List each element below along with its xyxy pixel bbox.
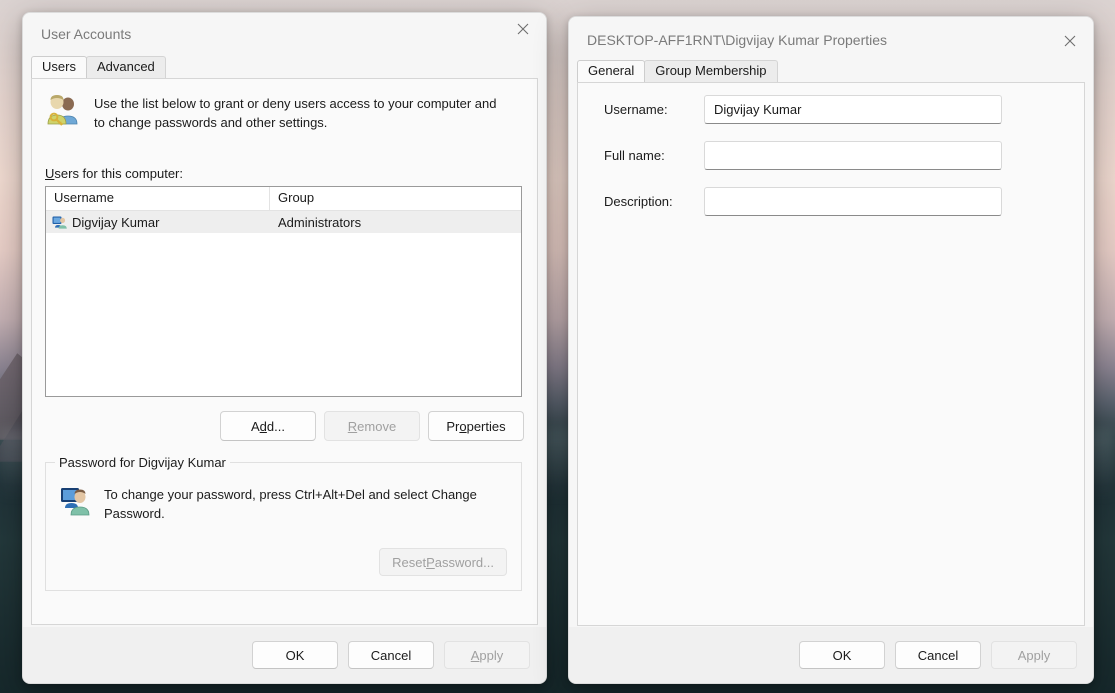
username-label: Username:: [604, 102, 668, 117]
full-name-field[interactable]: [704, 141, 1002, 170]
form-row-description: Description:: [578, 187, 1084, 216]
close-icon[interactable]: [500, 13, 546, 45]
window-title: DESKTOP-AFF1RNT\Digvijay Kumar Propertie…: [587, 32, 888, 48]
reset-password-pre: Reset: [392, 554, 427, 570]
ok-button-label: OK: [832, 647, 852, 663]
cancel-button[interactable]: Cancel: [895, 641, 981, 669]
full-name-label: Full name:: [604, 148, 665, 163]
users-list-label-rest: sers for this computer:: [54, 166, 183, 181]
tab-general[interactable]: General: [577, 60, 646, 82]
remove-button-post: emove: [357, 418, 397, 434]
tabstrip: Users Advanced: [23, 56, 546, 78]
user-accounts-dialog: User Accounts Users Advanced Use the lis…: [22, 12, 547, 684]
cell-group: Administrators: [278, 214, 362, 230]
add-button-post: d...: [266, 418, 285, 434]
window-title: User Accounts: [41, 26, 132, 42]
users-listview[interactable]: Username Group Digvijay Kumar Administra…: [45, 186, 522, 397]
tabstrip: General Group Membership: [569, 60, 1093, 82]
intro-text: Use the list below to grant or deny user…: [94, 96, 497, 130]
reset-password-button-wrap: Reset Password...: [379, 548, 507, 576]
user-properties-dialog: DESKTOP-AFF1RNT\Digvijay Kumar Propertie…: [568, 16, 1094, 684]
tab-group-membership[interactable]: Group Membership: [644, 60, 778, 82]
listview-header: Username Group: [46, 187, 521, 211]
general-tab-panel: Username: Digvijay Kumar Full name: Desc…: [577, 82, 1085, 626]
table-row[interactable]: Digvijay Kumar Administrators: [46, 211, 521, 233]
cancel-button-label: Cancel: [370, 647, 412, 663]
tab-advanced[interactable]: Advanced: [85, 56, 166, 78]
add-button[interactable]: Ad d...: [220, 411, 316, 441]
password-groupbox-title: Password for Digvijay Kumar: [55, 455, 230, 470]
cell-username-text: Digvijay Kumar: [72, 214, 160, 230]
general-form: Username: Digvijay Kumar Full name: Desc…: [578, 95, 1084, 233]
intro-block: Use the list below to grant or deny user…: [45, 93, 505, 132]
remove-button[interactable]: Remove: [324, 411, 420, 441]
apply-button-accesskey: A: [470, 647, 480, 663]
apply-button[interactable]: Apply: [444, 641, 530, 669]
user-monitor-icon: [61, 488, 90, 516]
titlebar: User Accounts: [23, 13, 546, 57]
username-field-value: Digvijay Kumar: [714, 102, 802, 117]
apply-button-post: pply: [479, 647, 504, 663]
remove-button-accesskey: R: [347, 418, 358, 434]
description-label: Description:: [604, 194, 673, 209]
listview-action-buttons: Ad d... Remove Pr o perties: [220, 411, 524, 441]
reset-password-post: assword...: [434, 554, 494, 570]
column-header-username[interactable]: Username: [46, 187, 270, 210]
form-row-full-name: Full name:: [578, 141, 1084, 170]
add-button-pre: A: [251, 418, 260, 434]
titlebar: DESKTOP-AFF1RNT\Digvijay Kumar Propertie…: [569, 17, 1093, 61]
reset-password-button[interactable]: Reset Password...: [379, 548, 507, 576]
cancel-button[interactable]: Cancel: [348, 641, 434, 669]
apply-button[interactable]: Apply: [991, 641, 1077, 669]
add-button-accesskey: d: [259, 418, 267, 434]
description-field[interactable]: [704, 187, 1002, 216]
apply-button-label: Apply: [1017, 647, 1051, 663]
password-groupbox: Password for Digvijay Kumar To change yo…: [45, 455, 522, 591]
ok-button[interactable]: OK: [799, 641, 885, 669]
password-instruction-text: To change your password, press Ctrl+Alt+…: [104, 487, 477, 521]
tab-users[interactable]: Users: [31, 56, 87, 78]
reset-password-accesskey: P: [426, 554, 435, 570]
cell-username: Digvijay Kumar: [46, 215, 270, 230]
close-icon[interactable]: [1047, 25, 1093, 57]
properties-button-accesskey: o: [459, 418, 467, 434]
username-field[interactable]: Digvijay Kumar: [704, 95, 1002, 124]
password-groupbox-body: To change your password, press Ctrl+Alt+…: [60, 485, 500, 523]
dialog-footer: OK Cancel Apply: [23, 627, 546, 683]
ok-button-label: OK: [285, 647, 305, 663]
users-list-label-accesskey: U: [45, 166, 55, 181]
cancel-button-label: Cancel: [917, 647, 959, 663]
column-header-group[interactable]: Group: [270, 187, 521, 210]
dialog-footer: OK Cancel Apply: [569, 627, 1093, 683]
ok-button[interactable]: OK: [252, 641, 338, 669]
users-tab-panel: Use the list below to grant or deny user…: [31, 78, 538, 625]
properties-button-post: perties: [466, 418, 506, 434]
properties-button[interactable]: Pr o perties: [428, 411, 524, 441]
form-row-username: Username: Digvijay Kumar: [578, 95, 1084, 124]
user-monitor-icon: [52, 216, 67, 229]
two-users-key-icon: [47, 95, 78, 126]
properties-button-pre: Pr: [446, 418, 460, 434]
users-list-label: Users for this computer:: [45, 166, 183, 181]
